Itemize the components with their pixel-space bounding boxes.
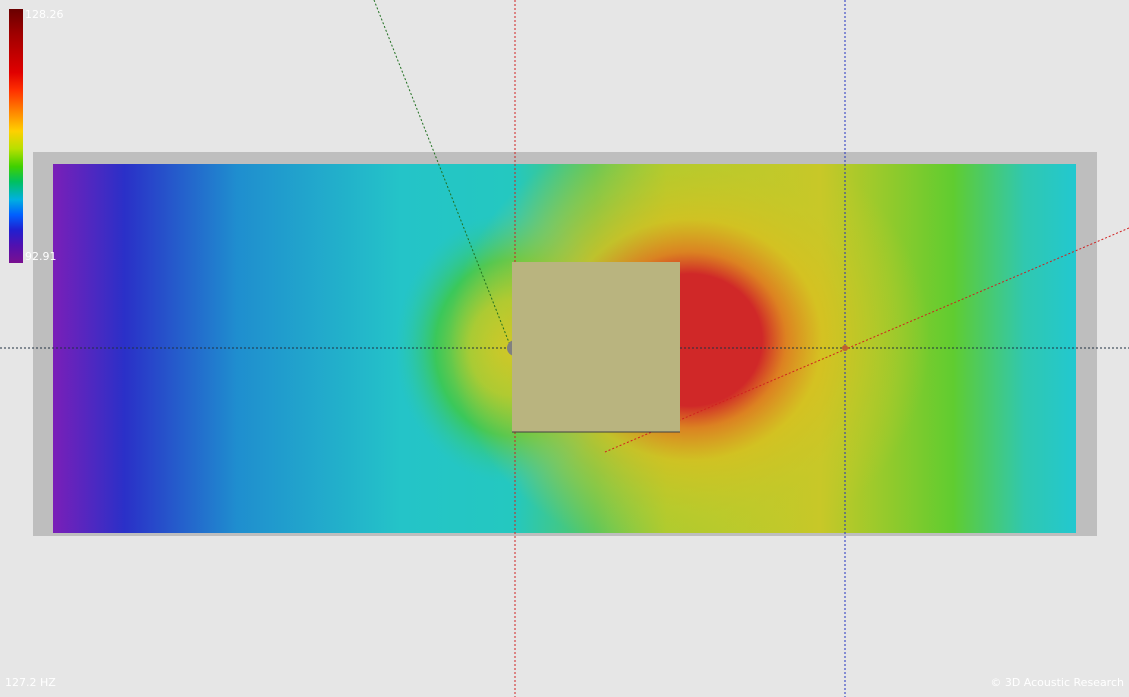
legend-max-label: 128.26 — [25, 8, 64, 21]
obstacle-box[interactable] — [512, 262, 680, 432]
acoustic-heatmap-viewport[interactable]: 128.26 92.91 127.2 HZ © 3D Acoustic Rese… — [0, 0, 1129, 697]
listener-marker[interactable] — [842, 345, 848, 351]
color-scale-bar — [9, 9, 23, 263]
copyright-text: © 3D Acoustic Research — [990, 676, 1124, 689]
frequency-readout: 127.2 HZ — [5, 676, 56, 689]
room-scene[interactable] — [0, 0, 1129, 697]
legend-min-label: 92.91 — [25, 250, 57, 263]
